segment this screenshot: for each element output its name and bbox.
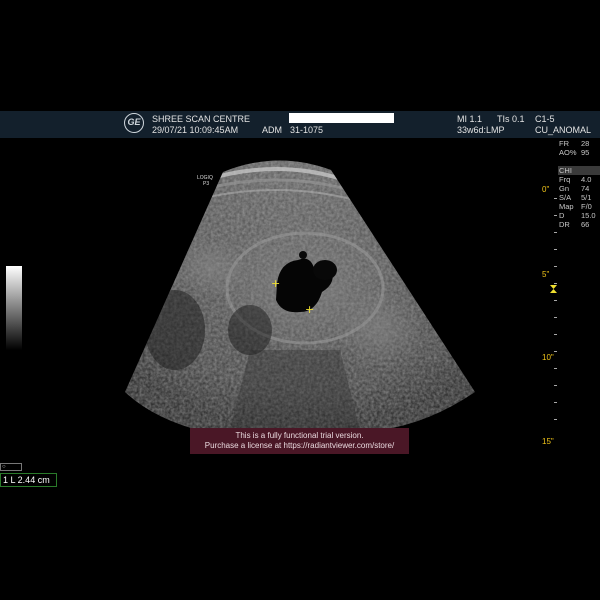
depth-tick xyxy=(554,215,557,216)
depth-tick xyxy=(554,266,557,267)
ge-logo: GE xyxy=(124,113,144,133)
probe-label: LOGIQ P3 xyxy=(197,175,213,187)
depth-tick xyxy=(554,402,557,403)
depth-tick xyxy=(554,351,557,352)
measurement-result[interactable]: 1 L 2.44 cm xyxy=(0,473,57,487)
measurement-icon: ○️ xyxy=(0,463,22,471)
depth-marker-10: 10" xyxy=(542,353,554,362)
depth-tick xyxy=(554,198,557,199)
chi-params: Frq 4.0 Gn 74 S/A 5/1 Map F/0 D 15.0 DR 66 xyxy=(559,175,596,229)
trial-notice[interactable]: This is a fully functional trial version… xyxy=(190,428,409,454)
depth-marker-0: 0" xyxy=(542,185,550,194)
clinic-name: SHREE SCAN CENTRE xyxy=(152,114,251,124)
gestational-age: 33w6d:LMP xyxy=(457,125,505,135)
depth-tick xyxy=(554,317,557,318)
patient-id: 31-1075 xyxy=(290,125,324,135)
side-params: FR 28 AO% 95 xyxy=(559,139,590,157)
adm-label: ADM xyxy=(262,125,282,135)
patient-name-redacted xyxy=(289,113,394,123)
caliper-marker-1: + xyxy=(271,277,280,290)
mechanical-index: MI 1.1 xyxy=(457,114,483,124)
depth-marker-15: 15" xyxy=(542,437,554,446)
depth-tick xyxy=(554,283,557,284)
probe-name: C1-5 xyxy=(535,114,555,124)
chi-label: CHI xyxy=(559,166,572,175)
grayscale-bar xyxy=(6,266,22,350)
thermal-index: TIs 0.1 xyxy=(497,114,525,124)
depth-tick xyxy=(554,385,557,386)
depth-tick xyxy=(554,368,557,369)
depth-tick xyxy=(554,419,557,420)
depth-tick xyxy=(554,249,557,250)
exam-datetime: 29/07/21 10:09:45AM xyxy=(152,125,239,135)
depth-tick xyxy=(554,334,557,335)
caliper-marker-2: + xyxy=(305,303,314,316)
focus-marker xyxy=(550,285,557,293)
depth-marker-5: 5" xyxy=(542,270,550,279)
ultrasound-image: + + xyxy=(125,160,557,433)
depth-tick xyxy=(554,232,557,233)
preset-name: CU_ANOMAL xyxy=(535,125,592,135)
depth-tick xyxy=(554,300,557,301)
